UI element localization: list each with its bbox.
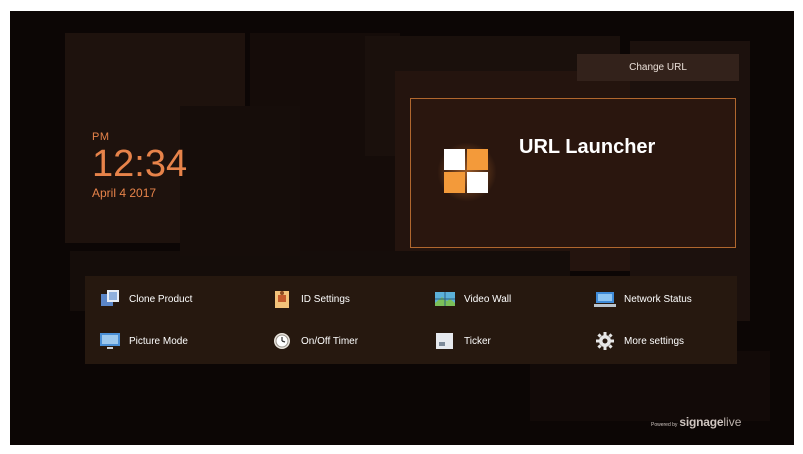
- url-launcher-grid-icon: [437, 142, 497, 202]
- menu-item-label: Ticker: [464, 335, 491, 347]
- menu-item-label: Network Status: [624, 293, 692, 305]
- network-status-icon: [594, 292, 616, 307]
- clock-widget: PM 12:34 April 4 2017: [92, 131, 187, 200]
- menu-item-label: ID Settings: [301, 293, 350, 305]
- settings-menu: Clone Product ID Settings Video Wall Net…: [85, 276, 737, 364]
- menu-item-clone-product[interactable]: Clone Product: [99, 287, 192, 311]
- menu-item-label: Video Wall: [464, 293, 512, 305]
- ticker-icon: [436, 333, 453, 349]
- menu-item-more-settings[interactable]: More settings: [594, 329, 684, 353]
- clone-product-icon: [101, 290, 119, 306]
- video-wall-icon: [435, 292, 455, 306]
- clock-ampm: PM: [92, 131, 110, 143]
- powered-by-text: Powered by: [651, 422, 678, 428]
- menu-item-label: More settings: [624, 335, 685, 347]
- menu-item-label: Clone Product: [129, 293, 193, 305]
- menu-item-network-status[interactable]: Network Status: [594, 287, 692, 311]
- brand-suffix: live: [723, 415, 742, 429]
- menu-item-on-off-timer[interactable]: On/Off Timer: [271, 329, 358, 353]
- clock-date: April 4 2017: [92, 186, 157, 200]
- menu-item-video-wall[interactable]: Video Wall: [434, 287, 511, 311]
- picture-mode-icon: [100, 333, 120, 349]
- menu-item-picture-mode[interactable]: Picture Mode: [99, 329, 188, 353]
- change-url-button[interactable]: Change URL: [577, 54, 739, 81]
- menu-item-ticker[interactable]: Ticker: [434, 329, 491, 353]
- powered-by-logo: Powered by signage live: [651, 415, 741, 429]
- background-tile: [180, 106, 300, 256]
- clock-time: 12:34: [92, 143, 188, 185]
- gear-icon: [596, 332, 614, 350]
- tv-screen: PM 12:34 April 4 2017 Change URL URL Lau…: [10, 11, 794, 445]
- url-launcher-tile[interactable]: URL Launcher: [410, 98, 736, 248]
- menu-item-id-settings[interactable]: ID Settings: [271, 287, 350, 311]
- menu-item-label: On/Off Timer: [301, 335, 359, 347]
- timer-icon: [274, 333, 290, 349]
- id-settings-icon: [275, 291, 289, 308]
- url-launcher-title: URL Launcher: [519, 136, 656, 158]
- brand-name: signage: [679, 415, 724, 429]
- menu-item-label: Picture Mode: [129, 335, 188, 347]
